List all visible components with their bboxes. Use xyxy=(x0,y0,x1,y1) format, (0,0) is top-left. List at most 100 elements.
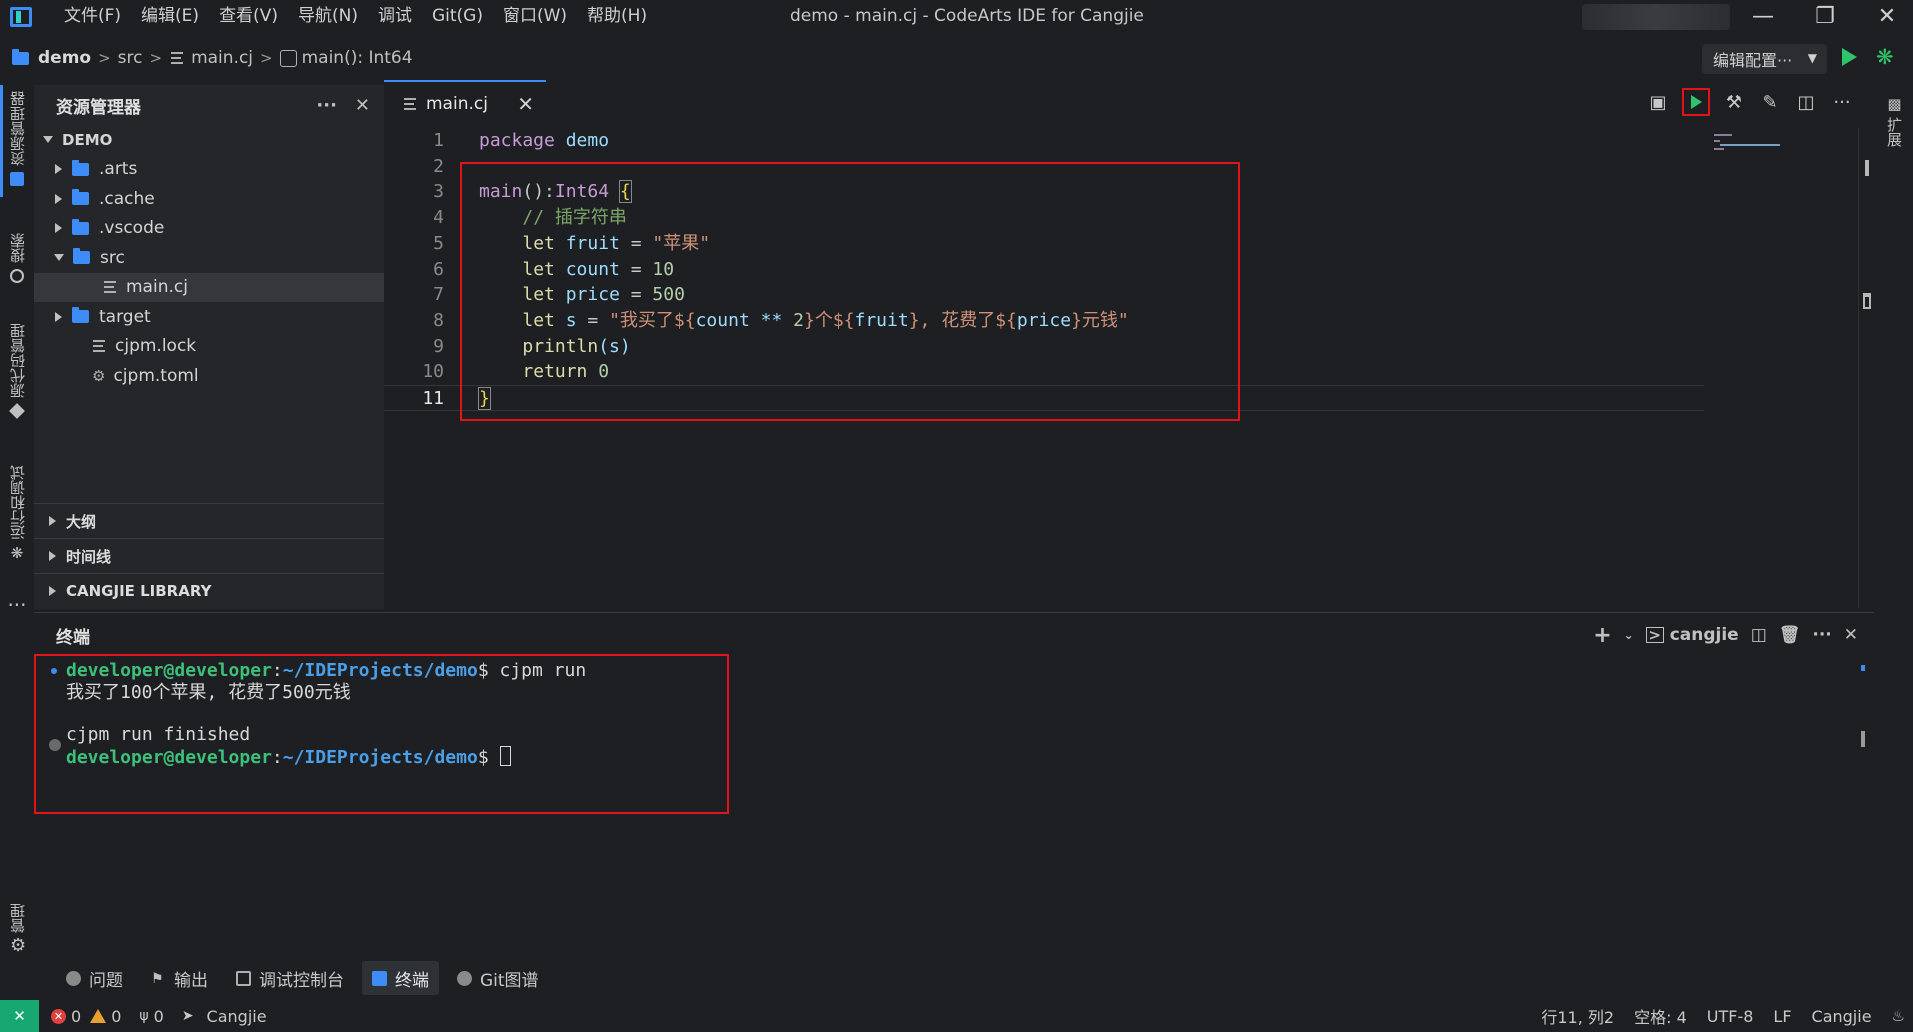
tree-item-cache[interactable]: .cache xyxy=(34,184,384,214)
minimize-button[interactable]: — xyxy=(1738,0,1788,33)
activity-explorer[interactable]: 资源管理器 xyxy=(5,91,29,186)
file-icon xyxy=(104,281,116,294)
terminal-icon: > xyxy=(1645,626,1664,644)
debug-icon[interactable]: ❋ xyxy=(1876,45,1894,69)
run-config-label: 编辑配置··· xyxy=(1713,51,1793,70)
tab-main-cj[interactable]: main.cj ✕ xyxy=(384,80,546,125)
menu-help[interactable]: 帮助(H) xyxy=(577,0,657,33)
close-window-button[interactable]: ✕ xyxy=(1862,0,1912,33)
puzzle-icon: ▩ xyxy=(1887,95,1902,113)
split-terminal-icon[interactable]: ◫ xyxy=(1751,625,1767,645)
folder-icon xyxy=(72,307,89,324)
more-actions-icon[interactable]: ··· xyxy=(1812,625,1831,645)
terminal-shell-label[interactable]: cangjie xyxy=(1670,625,1739,645)
section-outline[interactable]: 大纲 xyxy=(34,503,384,538)
flag-icon: ⚑ xyxy=(151,970,164,987)
menu-window[interactable]: 窗口(W) xyxy=(493,0,577,33)
new-terminal-icon[interactable]: + xyxy=(1593,623,1611,648)
edit-icon[interactable]: ✎ xyxy=(1758,90,1782,114)
right-activity-bar: ▩ 扩展 xyxy=(1874,85,1913,245)
build-icon[interactable]: ⚒ xyxy=(1722,90,1746,114)
menu-view[interactable]: 查看(V) xyxy=(209,0,288,33)
account-area[interactable] xyxy=(1582,4,1730,30)
tree-item-cjpm-lock[interactable]: cjpm.lock xyxy=(34,332,384,362)
window-title: demo - main.cj - CodeArts IDE for Cangji… xyxy=(790,6,1144,26)
close-icon[interactable]: ✕ xyxy=(355,95,370,116)
run-file-button[interactable] xyxy=(1682,88,1710,116)
tree-item-arts[interactable]: .arts xyxy=(34,155,384,185)
panel-tabs: 问题 ⚑ 输出 调试控制台 终端 Git图谱 xyxy=(34,957,1874,999)
file-icon xyxy=(404,97,416,110)
tree-item-target[interactable]: target xyxy=(34,302,384,332)
tab-git-graph[interactable]: Git图谱 xyxy=(447,961,549,995)
bell-icon[interactable]: ♨ xyxy=(1892,1007,1905,1025)
debug-console-icon xyxy=(236,970,251,986)
tab-output[interactable]: ⚑ 输出 xyxy=(141,961,218,995)
warning-icon xyxy=(90,1009,107,1023)
more-icon[interactable]: ··· xyxy=(5,593,29,617)
tree-item-vscode[interactable]: .vscode xyxy=(34,214,384,244)
restore-button[interactable]: ❐ xyxy=(1800,0,1850,33)
breadcrumb-file[interactable]: main.cj xyxy=(191,48,253,68)
panel-title: 终端 xyxy=(56,627,90,648)
encoding[interactable]: UTF-8 xyxy=(1707,1007,1754,1026)
folder-icon xyxy=(72,189,89,206)
menu-navigate[interactable]: 导航(N) xyxy=(288,0,368,33)
file-icon xyxy=(171,52,184,64)
chevron-right-icon: > xyxy=(260,49,273,67)
tree-item-src[interactable]: src xyxy=(34,243,384,273)
remote-button[interactable]: ✕ xyxy=(0,1000,39,1032)
extensions-activity[interactable]: ▩ 扩展 xyxy=(1884,95,1905,147)
editor-scrollbar[interactable] xyxy=(1858,128,1872,608)
code-line: 1 package demo xyxy=(433,130,610,151)
tab-terminal[interactable]: 终端 xyxy=(362,961,439,995)
chevron-down-icon[interactable]: ⌄ xyxy=(1624,628,1634,642)
editor-tab-bar: main.cj ✕ ▣ ⚒ ✎ ◫ ··· xyxy=(384,80,1874,125)
activity-run-debug[interactable]: 运行和调试 ❋ xyxy=(5,465,29,561)
run-config-dropdown[interactable]: 编辑配置··· ▼ xyxy=(1702,44,1827,74)
menu-debug[interactable]: 调试 xyxy=(368,0,422,33)
close-tab-icon[interactable]: ✕ xyxy=(517,92,534,116)
close-panel-icon[interactable]: ✕ xyxy=(1844,625,1858,645)
tree-item-main-cj[interactable]: main.cj xyxy=(34,272,384,302)
folder-open-icon xyxy=(73,248,90,265)
line-ending[interactable]: LF xyxy=(1773,1007,1791,1026)
tab-problems[interactable]: 问题 xyxy=(56,961,133,995)
chevron-right-icon xyxy=(55,193,62,204)
indentation[interactable]: 空格: 4 xyxy=(1634,1004,1687,1028)
more-actions-icon[interactable]: ··· xyxy=(316,95,337,116)
section-timeline[interactable]: 时间线 xyxy=(34,538,384,573)
problems-indicator[interactable]: ✕ 0 0 xyxy=(51,1007,121,1026)
activity-manage[interactable]: 管理 ⚙ xyxy=(5,903,29,956)
run-icon[interactable] xyxy=(1842,48,1857,66)
preview-icon[interactable]: ▣ xyxy=(1646,90,1670,114)
minimap[interactable] xyxy=(1712,128,1802,153)
tree-root[interactable]: DEMO xyxy=(34,125,384,155)
section-cangjie-library[interactable]: CANGJIE LIBRARY xyxy=(34,573,384,608)
breadcrumb-symbol[interactable]: main(): Int64 xyxy=(302,48,413,68)
activity-scm[interactable]: 源代码管理 xyxy=(5,323,29,419)
trash-icon[interactable]: 🗑 xyxy=(1779,625,1801,645)
chevron-down-icon: ▼ xyxy=(1807,51,1817,65)
split-editor-icon[interactable]: ◫ xyxy=(1794,90,1818,114)
language-mode[interactable]: Cangjie xyxy=(1812,1007,1872,1026)
source-control-icon xyxy=(9,403,25,419)
file-icon xyxy=(93,340,105,353)
breadcrumb-folder[interactable]: src xyxy=(118,48,143,68)
breadcrumb-project[interactable]: demo xyxy=(38,48,91,68)
highlight-box xyxy=(460,162,1240,421)
more-actions-icon[interactable]: ··· xyxy=(1830,90,1854,114)
ports-indicator[interactable]: ψ 0 xyxy=(139,1007,163,1026)
menu-git[interactable]: Git(G) xyxy=(422,0,493,33)
activity-search[interactable]: 搜索 xyxy=(5,233,29,283)
cursor-position[interactable]: 行11, 列2 xyxy=(1541,1004,1614,1028)
folder-icon xyxy=(72,218,89,235)
menu-file[interactable]: 文件(F) xyxy=(54,0,131,33)
tree-item-cjpm-toml[interactable]: ⚙ cjpm.toml xyxy=(34,361,384,391)
gear-icon: ⚙ xyxy=(10,935,27,956)
info-icon xyxy=(66,970,81,986)
language-server-status[interactable]: ➤ Cangjie xyxy=(182,1007,267,1026)
explorer-header: 资源管理器 ··· ✕ xyxy=(34,85,384,125)
menu-edit[interactable]: 编辑(E) xyxy=(131,0,209,33)
tab-debug-console[interactable]: 调试控制台 xyxy=(226,961,354,995)
